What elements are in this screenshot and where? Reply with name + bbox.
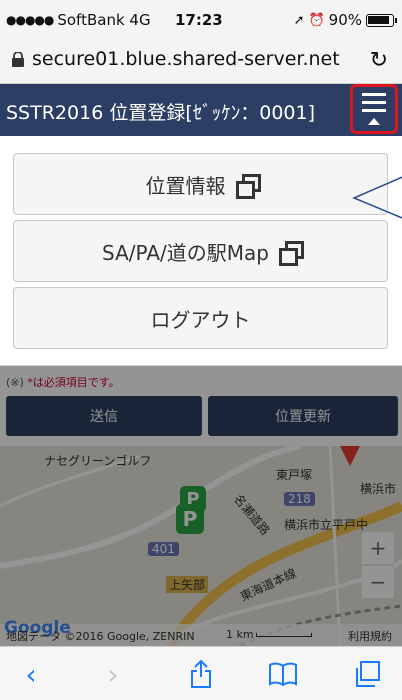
status-right: ➚ ⏰ 90% <box>293 11 397 29</box>
network-type: 4G <box>129 11 151 29</box>
carrier-info: ●●●●● SoftBank 4G <box>6 11 151 29</box>
menu-item-location-info[interactable]: 位置情報 <box>13 153 388 215</box>
hamburger-icon <box>362 93 386 96</box>
external-window-icon <box>278 241 304 266</box>
external-window-icon <box>235 174 261 199</box>
app-header: SSTR2016 位置登録[ｾﾞｯｹﾝ：0001] <box>0 84 402 136</box>
menu-item-label: SA/PA/道の駅Map <box>102 240 269 265</box>
hamburger-icon-bar <box>362 109 386 112</box>
menu-toggle-button[interactable] <box>350 84 398 134</box>
back-icon[interactable]: ‹ <box>14 657 48 691</box>
battery-icon <box>366 13 397 27</box>
clock: 17:23 <box>175 11 223 29</box>
url-display[interactable]: secure01.blue.shared-server.net <box>12 48 340 70</box>
tabs-icon[interactable] <box>350 657 384 691</box>
address-bar[interactable]: secure01.blue.shared-server.net ↻ <box>0 40 402 84</box>
caret-up-icon <box>368 118 380 125</box>
menu-item-logout[interactable]: ログアウト <box>13 287 388 349</box>
modal-overlay[interactable] <box>0 366 402 646</box>
alarm-icon: ⏰ <box>308 12 325 28</box>
status-bar: ●●●●● SoftBank 4G 17:23 ➚ ⏰ 90% <box>0 0 402 40</box>
carrier-name: SoftBank <box>57 11 125 29</box>
share-icon[interactable] <box>184 657 218 691</box>
battery-percent: 90% <box>328 11 362 29</box>
menu-item-sa-pa-map[interactable]: SA/PA/道の駅Map <box>13 220 388 282</box>
menu-item-label: 位置情報 <box>145 173 226 198</box>
location-icon: ➚ <box>293 12 305 28</box>
browser-toolbar: ‹ › <box>0 646 402 700</box>
hamburger-icon-bar <box>362 101 386 104</box>
reload-icon[interactable]: ↻ <box>370 48 388 73</box>
callout-arrow <box>352 176 402 219</box>
dropdown-menu: 位置情報 SA/PA/道の駅Map ログアウト <box>0 136 402 366</box>
forward-icon[interactable]: › <box>96 657 130 691</box>
bookmarks-icon[interactable] <box>266 657 300 691</box>
lock-icon <box>12 51 24 67</box>
menu-item-label: ログアウト <box>150 307 251 332</box>
page-title: SSTR2016 位置登録[ｾﾞｯｹﾝ：0001] <box>6 102 316 124</box>
url-text: secure01.blue.shared-server.net <box>32 48 340 70</box>
signal-icon: ●●●●● <box>6 13 54 27</box>
